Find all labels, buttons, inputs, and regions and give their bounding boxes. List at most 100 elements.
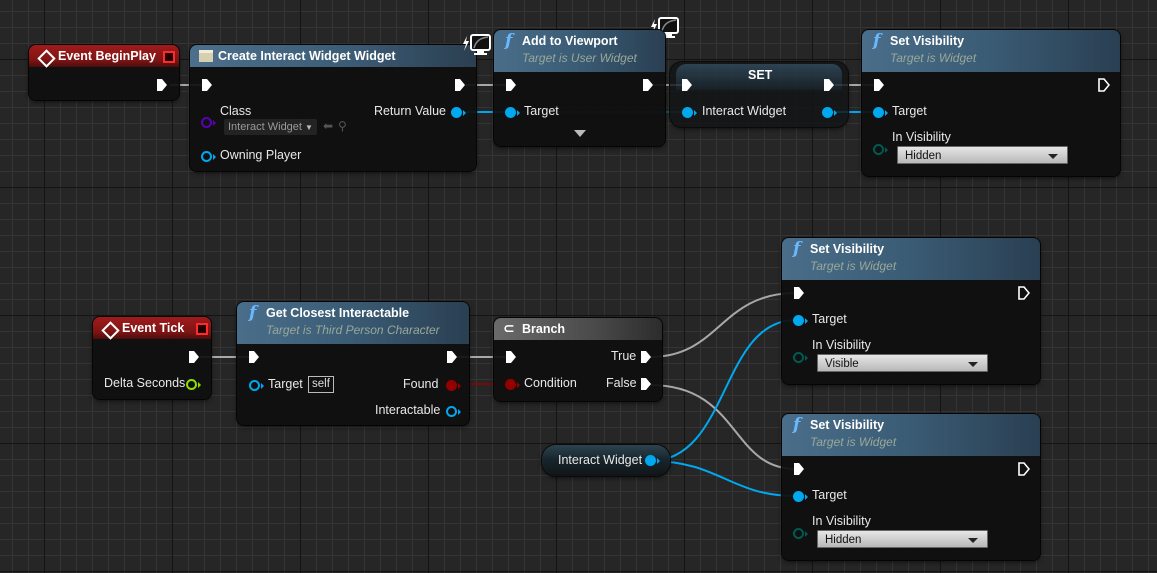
create-widget-node[interactable]: Create Interact Widget Widget Class Inte… — [190, 45, 476, 171]
get-closest-interactable-node[interactable]: f Get Closest Interactable Target is Thi… — [237, 302, 469, 425]
get-interact-widget-node[interactable]: Interact Widget — [542, 445, 670, 476]
exec-in-pin[interactable] — [248, 350, 260, 364]
visibility-value: Hidden — [905, 150, 942, 162]
condition-pin[interactable] — [505, 379, 520, 390]
visibility-dropdown[interactable]: Hidden — [897, 146, 1068, 164]
variable-label: Interact Widget — [558, 453, 643, 467]
in-visibility-pin[interactable] — [793, 352, 808, 363]
target-label: Target — [268, 377, 303, 391]
in-visibility-label: In Visibility — [892, 130, 951, 144]
exec-in-pin[interactable] — [505, 350, 517, 364]
delta-seconds-pin[interactable] — [186, 379, 201, 390]
node-subtitle: Target is Widget — [890, 51, 977, 65]
target-pin[interactable] — [505, 107, 520, 118]
owning-player-pin[interactable] — [201, 151, 216, 162]
interactable-label: Interactable — [375, 403, 441, 417]
exec-out-pin[interactable] — [156, 78, 168, 92]
visibility-value: Hidden — [825, 534, 862, 546]
target-label: Target — [524, 104, 559, 118]
exec-out-pin[interactable] — [1098, 78, 1110, 92]
event-beginplay-node[interactable]: Event BeginPlay — [29, 45, 179, 100]
set-visibility-node-2[interactable]: f Set Visibility Target is Widget Target… — [782, 238, 1040, 384]
node-header — [494, 318, 662, 340]
node-title: Event Tick — [122, 321, 185, 335]
target-pin[interactable] — [873, 107, 888, 118]
node-title: Set Visibility — [810, 242, 885, 256]
exec-in-pin[interactable] — [793, 462, 805, 476]
interact-widget-in-pin[interactable] — [682, 107, 697, 118]
target-pin[interactable] — [793, 315, 808, 326]
node-title: Set Visibility — [810, 418, 885, 432]
exec-wire — [649, 292, 797, 358]
in-visibility-pin[interactable] — [873, 144, 888, 155]
exec-in-pin[interactable] — [681, 78, 693, 92]
browse-search-icon[interactable]: ⚲ — [338, 119, 347, 133]
false-exec-pin[interactable] — [640, 377, 652, 391]
interact-widget-out-pin[interactable] — [822, 107, 837, 118]
client-only-icon — [463, 34, 491, 55]
add-to-viewport-node[interactable]: f Add to Viewport Target is User Widget … — [494, 30, 665, 146]
node-subtitle: Target is Widget — [810, 259, 897, 273]
event-tick-node[interactable]: Event Tick Delta Seconds — [93, 317, 211, 399]
interactable-pin[interactable] — [446, 406, 461, 417]
widget-icon — [199, 50, 213, 62]
branch-icon: ⊂ — [503, 320, 515, 336]
object-wire — [649, 460, 797, 497]
event-stop-icon — [163, 51, 175, 63]
target-pin[interactable] — [793, 491, 808, 502]
exec-out-pin[interactable] — [188, 350, 200, 364]
function-icon: f — [793, 239, 801, 259]
exec-out-pin[interactable] — [642, 78, 654, 92]
exec-in-pin[interactable] — [873, 78, 885, 92]
node-title: Set Visibility — [890, 34, 965, 48]
branch-node[interactable]: ⊂ Branch True Condition False — [494, 318, 662, 401]
node-title: Event BeginPlay — [58, 49, 156, 63]
exec-out-pin[interactable] — [1018, 286, 1030, 300]
exec-out-pin[interactable] — [823, 78, 835, 92]
class-pin[interactable] — [201, 117, 216, 128]
set-variable-node[interactable]: SET Interact Widget — [670, 62, 848, 127]
true-label: True — [611, 349, 637, 363]
visibility-dropdown[interactable]: Visible — [817, 354, 988, 372]
target-pin[interactable] — [249, 380, 264, 391]
visibility-dropdown[interactable]: Hidden — [817, 530, 988, 548]
exec-in-pin[interactable] — [505, 78, 517, 92]
function-icon: f — [793, 415, 801, 435]
in-visibility-label: In Visibility — [812, 514, 871, 528]
false-label: False — [606, 376, 637, 390]
target-default-self[interactable]: self — [308, 376, 334, 393]
chevron-down-icon — [968, 362, 978, 367]
exec-out-pin[interactable] — [1018, 462, 1030, 476]
class-select[interactable]: Interact Widget ▼ — [224, 119, 317, 135]
found-pin[interactable] — [446, 380, 461, 391]
chevron-down-icon — [968, 538, 978, 543]
condition-label: Condition — [524, 376, 577, 390]
interact-widget-out-pin[interactable] — [645, 455, 660, 466]
set-visibility-node-3[interactable]: f Set Visibility Target is Widget Target… — [782, 414, 1040, 560]
node-subtitle: Target is Widget — [810, 435, 897, 449]
owning-player-label: Owning Player — [220, 148, 302, 162]
node-subtitle: Target is Third Person Character — [266, 323, 440, 337]
target-label: Target — [892, 104, 927, 118]
function-icon: f — [505, 31, 513, 51]
exec-wire — [649, 384, 797, 470]
exec-in-pin[interactable] — [201, 78, 213, 92]
class-label: Class — [220, 104, 252, 118]
return-value-label: Return Value — [373, 104, 446, 118]
advanced-pins-toggle[interactable] — [574, 130, 586, 137]
in-visibility-label: In Visibility — [812, 338, 871, 352]
exec-out-pin[interactable] — [454, 78, 466, 92]
node-title: Create Interact Widget Widget — [218, 49, 396, 63]
true-exec-pin[interactable] — [640, 350, 652, 364]
event-stop-icon — [196, 323, 208, 335]
function-icon: f — [873, 31, 881, 51]
variable-label: Interact Widget — [702, 104, 787, 118]
set-visibility-node-1[interactable]: f Set Visibility Target is Widget Target… — [862, 30, 1120, 176]
node-title: Get Closest Interactable — [266, 306, 410, 320]
in-visibility-pin[interactable] — [793, 528, 808, 539]
use-selected-arrow-icon[interactable]: ⬅ — [323, 119, 333, 133]
exec-in-pin[interactable] — [793, 286, 805, 300]
return-value-pin[interactable] — [451, 107, 466, 118]
function-icon: f — [249, 303, 257, 323]
exec-out-pin[interactable] — [446, 350, 458, 364]
